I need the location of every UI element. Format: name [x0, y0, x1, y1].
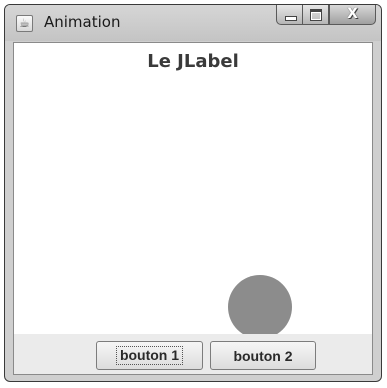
bouton-2-button[interactable]: bouton 2: [210, 341, 316, 370]
bouton-1-button[interactable]: bouton 1: [96, 341, 203, 370]
button-panel: bouton 1 bouton 2: [14, 334, 372, 374]
application-window: ☕ Animation X Le JLabel bouton 1 bouton …: [4, 4, 382, 382]
minimize-icon: [285, 16, 297, 21]
bouton-2-label: bouton 2: [233, 347, 293, 364]
maximize-icon: [310, 9, 322, 21]
close-icon: X: [347, 6, 358, 22]
caption-buttons: X: [276, 5, 376, 26]
animated-circle: [228, 275, 292, 339]
title-bar[interactable]: ☕ Animation X: [5, 5, 381, 41]
java-cup-icon[interactable]: ☕: [16, 15, 33, 32]
jlabel-heading: Le JLabel: [147, 51, 239, 72]
maximize-button[interactable]: [303, 5, 329, 25]
close-button[interactable]: X: [329, 5, 376, 25]
bouton-1-label: bouton 1: [115, 346, 184, 365]
window-title: Animation: [44, 13, 121, 31]
minimize-button[interactable]: [276, 5, 303, 25]
content-pane: Le JLabel bouton 1 bouton 2: [13, 42, 373, 375]
